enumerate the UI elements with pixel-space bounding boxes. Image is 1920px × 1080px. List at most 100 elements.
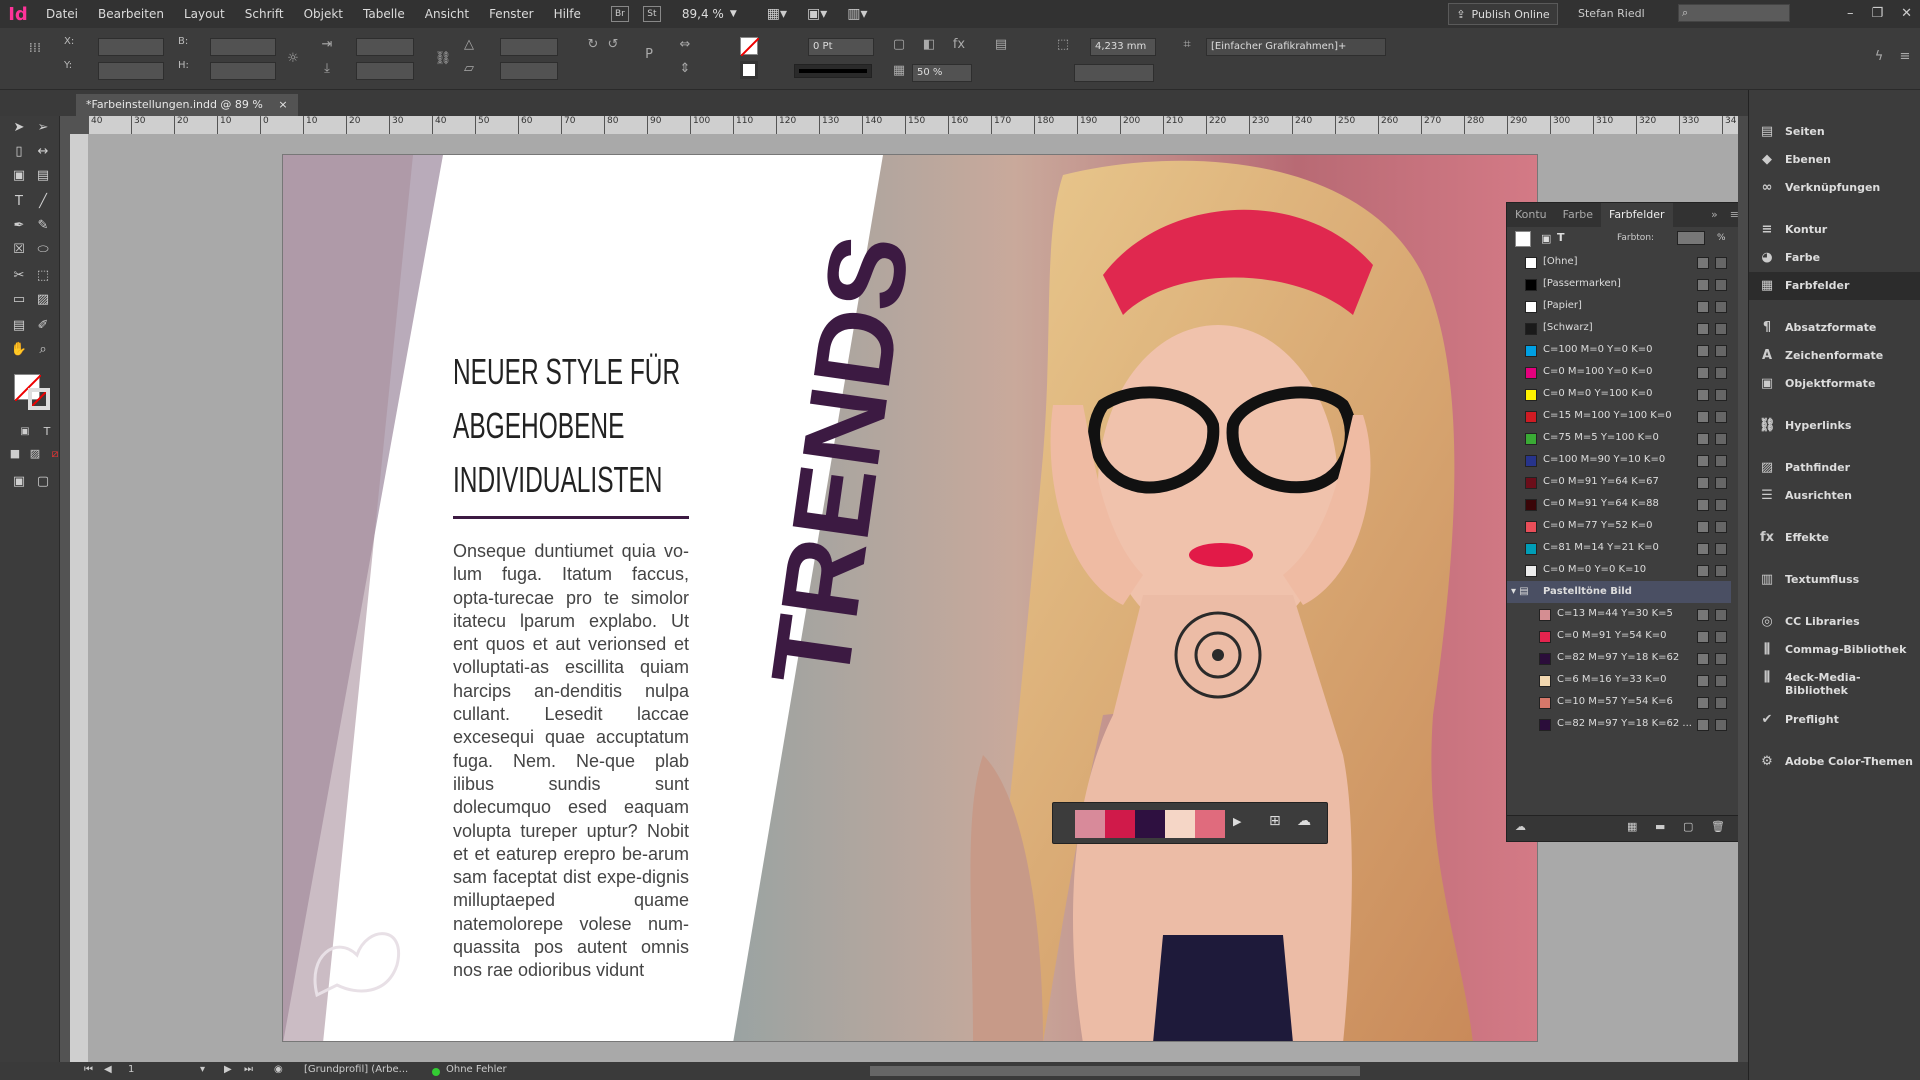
tab-kontur[interactable]: Kontu: [1507, 203, 1555, 227]
dock-item-adobe-color-themen[interactable]: ⚙ Adobe Color-Themen: [1749, 748, 1920, 776]
pencil-tool-icon[interactable]: ✎: [32, 216, 54, 236]
dock-item-absatzformate[interactable]: ¶ Absatzformate: [1749, 314, 1920, 342]
arrange-docs-icon[interactable]: ▥▾: [847, 6, 867, 22]
pen-tool-icon[interactable]: ✒: [8, 216, 30, 236]
dock-item-kontur[interactable]: ≡ Kontur: [1749, 216, 1920, 244]
theme-swatch-3[interactable]: [1135, 810, 1165, 838]
cloud-icon[interactable]: ☁: [1515, 820, 1526, 833]
gradient-feather-tool-icon[interactable]: ▨: [32, 290, 54, 310]
swatch-row[interactable]: C=13 M=44 Y=30 K=5: [1507, 603, 1731, 625]
flip-h-icon[interactable]: ⇔: [676, 36, 694, 54]
frame-style-icon[interactable]: ⌗: [1178, 36, 1196, 54]
swatch-row[interactable]: C=0 M=0 Y=100 K=0: [1507, 383, 1731, 405]
chevron-down-icon[interactable]: ▾: [200, 1064, 205, 1075]
direct-selection-tool-icon[interactable]: ➢: [32, 118, 54, 138]
dock-item-effekte[interactable]: fx Effekte: [1749, 524, 1920, 552]
opacity-icon[interactable]: ▦: [890, 62, 908, 80]
free-transform-tool-icon[interactable]: ⬚: [32, 266, 54, 286]
menu-ansicht[interactable]: Ansicht: [415, 0, 479, 28]
swatch-row[interactable]: C=82 M=97 Y=18 K=62 ...: [1507, 713, 1731, 735]
theme-swatch-5[interactable]: [1195, 810, 1225, 838]
stock-button[interactable]: St: [642, 6, 661, 22]
rectangle-frame-tool-icon[interactable]: ☒: [8, 240, 30, 260]
bridge-button[interactable]: Br: [610, 6, 629, 22]
arrow-right-icon[interactable]: ▶: [1233, 815, 1241, 828]
show-options-icon[interactable]: ▦: [1627, 820, 1637, 833]
swatch-row[interactable]: C=0 M=91 Y=64 K=67: [1507, 471, 1731, 493]
swatch-row[interactable]: C=0 M=91 Y=64 K=88: [1507, 493, 1731, 515]
apply-color-icon[interactable]: ■: [4, 444, 26, 464]
tint-field[interactable]: [1677, 231, 1705, 245]
flip-v-icon[interactable]: ⇕: [676, 60, 694, 78]
scale-y-field[interactable]: [356, 62, 414, 80]
constrain-icon[interactable]: ☼: [284, 50, 302, 68]
width-field[interactable]: [210, 38, 276, 56]
lightning-icon[interactable]: ϟ: [1870, 48, 1888, 66]
user-menu[interactable]: Stefan Riedl: [1578, 0, 1645, 28]
rotate-icon[interactable]: △: [460, 36, 478, 54]
swatch-row[interactable]: C=0 M=91 Y=54 K=0: [1507, 625, 1731, 647]
zoom-tool-icon[interactable]: ⌕: [32, 340, 54, 360]
close-icon[interactable]: ✕: [1901, 0, 1912, 28]
dock-item-hyperlinks[interactable]: ⛓ Hyperlinks: [1749, 412, 1920, 440]
menu-layout[interactable]: Layout: [174, 0, 235, 28]
next-page-icon[interactable]: ▶: [224, 1064, 232, 1075]
swatch-row[interactable]: C=10 M=57 Y=54 K=6: [1507, 691, 1731, 713]
add-to-swatches-icon[interactable]: ⊞: [1269, 813, 1281, 829]
dock-item-ebenen[interactable]: ◆ Ebenen: [1749, 146, 1920, 174]
opacity-field[interactable]: 50 %: [912, 64, 972, 82]
gradient-tool-icon[interactable]: ▭: [8, 290, 30, 310]
swatch-row[interactable]: [Ohne]: [1507, 251, 1731, 273]
menu-tabelle[interactable]: Tabelle: [353, 0, 415, 28]
size-icon[interactable]: ⬚: [1054, 36, 1072, 54]
chevron-down-icon[interactable]: ▼: [730, 9, 737, 19]
first-page-icon[interactable]: ⏮: [84, 1064, 93, 1075]
dock-item-seiten[interactable]: ▤ Seiten: [1749, 118, 1920, 146]
stroke-none-swatch[interactable]: [740, 61, 758, 79]
selection-tool-icon[interactable]: ➤: [8, 118, 30, 138]
dock-item-pathfinder[interactable]: ▨ Pathfinder: [1749, 454, 1920, 482]
rotate-cw-icon[interactable]: ↻: [584, 36, 602, 54]
zoom-level[interactable]: 89,4 %: [682, 7, 724, 21]
rotate-field[interactable]: [500, 38, 558, 56]
line-tool-icon[interactable]: ╱: [32, 192, 54, 212]
preview-mode-icon[interactable]: ▢: [32, 472, 54, 492]
swatch-row[interactable]: C=81 M=14 Y=21 K=0: [1507, 537, 1731, 559]
search-input[interactable]: ⌕: [1678, 4, 1790, 22]
frame-fit-icon[interactable]: ▤: [992, 36, 1010, 54]
type-tool-icon[interactable]: T: [8, 192, 30, 212]
prev-page-icon[interactable]: ◀: [104, 1064, 112, 1075]
restore-icon[interactable]: ❐: [1871, 0, 1883, 28]
text-icon[interactable]: T: [1557, 231, 1565, 244]
scale-x-field[interactable]: [356, 38, 414, 56]
menu-objekt[interactable]: Objekt: [294, 0, 353, 28]
page-number[interactable]: 1: [128, 1064, 134, 1075]
body-text[interactable]: Onseque duntiumet quia vo-lum fuga. Itat…: [453, 540, 689, 983]
frame-style-select[interactable]: [Einfacher Grafikrahmen]+: [1206, 38, 1386, 56]
tab-farbe[interactable]: Farbe: [1555, 203, 1601, 227]
stroke-weight-field[interactable]: 0 Pt: [808, 38, 874, 56]
publish-online-button[interactable]: ⇪ Publish Online: [1448, 3, 1558, 25]
view-options-icon[interactable]: ▦▾: [767, 6, 787, 22]
profile-icon[interactable]: ◉: [274, 1064, 283, 1075]
swatch-row[interactable]: C=100 M=90 Y=10 K=0: [1507, 449, 1731, 471]
fill-stroke-toggle-icon[interactable]: [1515, 231, 1531, 247]
swatch-row[interactable]: C=82 M=97 Y=18 K=62: [1507, 647, 1731, 669]
corner-icon[interactable]: ▢: [890, 36, 908, 54]
swatch-row[interactable]: C=100 M=0 Y=0 K=0: [1507, 339, 1731, 361]
menu-schrift[interactable]: Schrift: [235, 0, 294, 28]
theme-swatch-1[interactable]: [1075, 810, 1105, 838]
corner-size-field[interactable]: 4,233 mm: [1090, 38, 1156, 56]
x-field[interactable]: [98, 38, 164, 56]
page-tool-icon[interactable]: ▯: [8, 142, 30, 162]
shear-icon[interactable]: ▱: [460, 60, 478, 78]
scale-x-icon[interactable]: ⇥: [318, 36, 336, 54]
panel-menu-icon[interactable]: ≡: [1896, 48, 1914, 66]
close-icon[interactable]: ×: [278, 98, 287, 111]
fill-none-swatch[interactable]: [740, 37, 760, 57]
p-icon[interactable]: P: [640, 46, 658, 64]
ellipse-tool-icon[interactable]: ⬭: [32, 240, 54, 260]
tab-document[interactable]: *Farbeinstellungen.indd @ 89 % ×: [76, 94, 298, 116]
horizontal-scrollbar[interactable]: [870, 1066, 1360, 1076]
new-group-icon[interactable]: ▬: [1655, 820, 1665, 833]
